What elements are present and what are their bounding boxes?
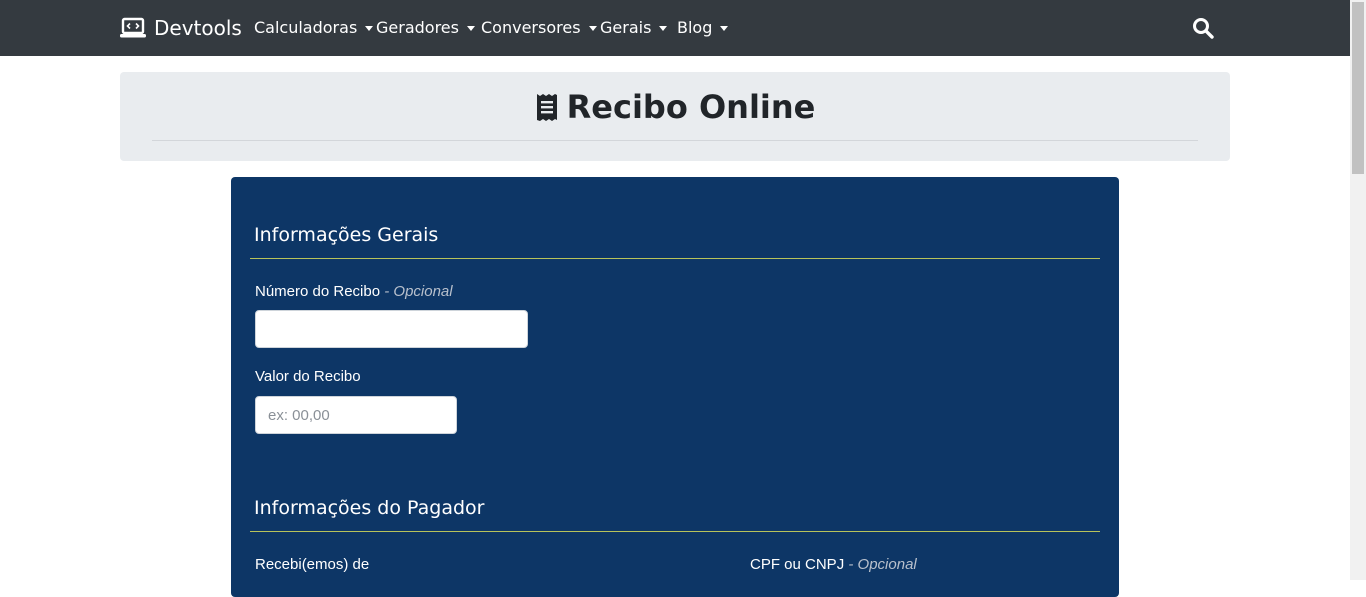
chevron-down-icon <box>466 25 475 31</box>
section-title-payer: Informações do Pagador <box>254 497 485 519</box>
header-divider <box>152 140 1198 141</box>
chevron-down-icon <box>588 25 597 31</box>
section-title-general: Informações Gerais <box>254 224 439 246</box>
page-title-text: Recibo Online <box>566 88 816 126</box>
brand-link[interactable]: Devtools <box>120 16 242 40</box>
received-from-label: Recebi(emos) de <box>255 556 370 573</box>
search-icon[interactable] <box>1192 17 1214 39</box>
nav-conversores[interactable]: Conversores <box>481 18 597 37</box>
chevron-down-icon <box>365 25 374 31</box>
nav-blog[interactable]: Blog <box>677 18 729 37</box>
page-scrollbar[interactable] <box>1350 0 1366 580</box>
nav-geradores[interactable]: Geradores <box>376 18 475 37</box>
nav-calculadoras[interactable]: Calculadoras <box>254 18 374 37</box>
page-header: Recibo Online <box>120 72 1230 161</box>
nav-geradores-label: Geradores <box>376 18 459 37</box>
page-title: Recibo Online <box>120 88 1230 126</box>
nav-calculadoras-label: Calculadoras <box>254 18 358 37</box>
receipt-icon <box>536 94 557 121</box>
nav-conversores-label: Conversores <box>481 18 581 37</box>
receipt-number-label-text: Número do Recibo <box>255 283 381 300</box>
nav-blog-label: Blog <box>677 18 713 37</box>
chevron-down-icon <box>720 25 729 31</box>
document-label-text: CPF ou CNPJ <box>750 556 845 573</box>
document-label: CPF ou CNPJ - Opcional <box>750 556 917 573</box>
receipt-form-card: Informações Gerais Número do Recibo - Op… <box>231 177 1119 597</box>
section-divider <box>250 531 1100 532</box>
scrollbar-thumb[interactable] <box>1352 2 1364 174</box>
receipt-value-label: Valor do Recibo <box>255 368 361 385</box>
laptop-code-icon <box>120 17 146 38</box>
top-navbar: Devtools Calculadoras Geradores Converso… <box>0 0 1350 56</box>
brand-name: Devtools <box>154 16 242 40</box>
receipt-number-input[interactable] <box>255 310 528 348</box>
nav-gerais[interactable]: Gerais <box>600 18 668 37</box>
chevron-down-icon <box>659 25 668 31</box>
receipt-number-optional: - Opcional <box>384 283 453 300</box>
nav-gerais-label: Gerais <box>600 18 652 37</box>
section-divider <box>250 258 1100 259</box>
document-optional: - Opcional <box>848 556 917 573</box>
receipt-value-input[interactable] <box>255 396 457 434</box>
receipt-number-label: Número do Recibo - Opcional <box>255 283 453 300</box>
